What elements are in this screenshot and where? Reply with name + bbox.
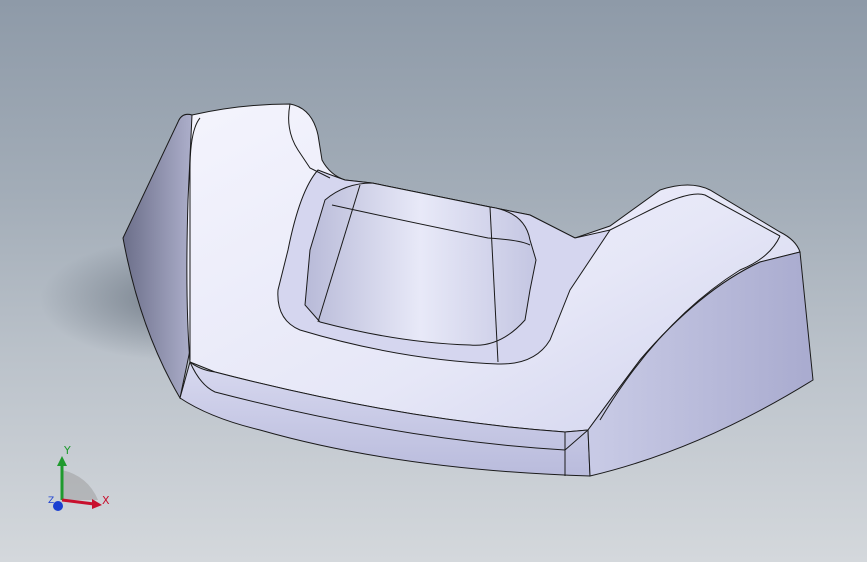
pocket-wall	[304, 182, 537, 346]
3d-part-model[interactable]	[0, 0, 867, 562]
z-axis-label: Z	[48, 496, 55, 506]
y-axis-label: Y	[64, 444, 71, 457]
triad-axes-icon	[53, 456, 102, 511]
coordinate-triad: Y X Z	[40, 440, 120, 520]
graphics-viewport[interactable]: Y X Z	[0, 0, 867, 562]
x-axis-label: X	[102, 494, 110, 507]
